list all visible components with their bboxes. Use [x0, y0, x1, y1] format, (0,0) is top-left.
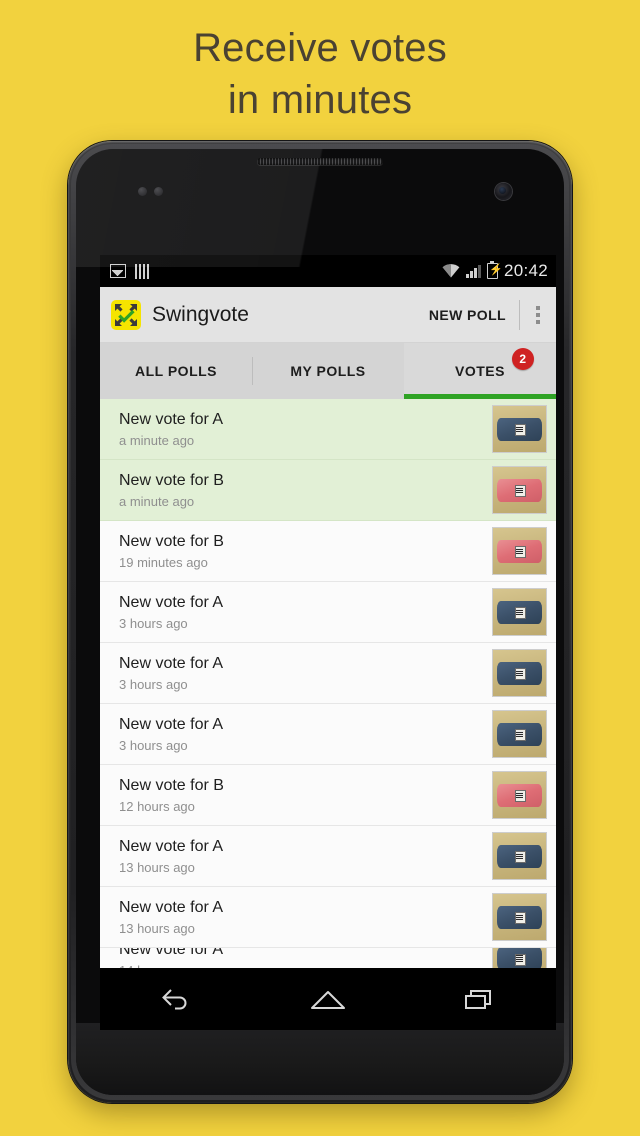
vote-item-timestamp: 12 hours ago [119, 799, 195, 814]
swingvote-logo-icon [111, 299, 141, 330]
vote-item-title: New vote for A [119, 411, 224, 428]
vote-list-item[interactable]: New vote for B 19 minutes ago [100, 521, 556, 582]
vote-item-text: New vote for A a minute ago [119, 409, 492, 449]
recents-icon[interactable] [450, 979, 510, 1019]
product-photo [496, 478, 543, 502]
vote-item-thumbnail [492, 588, 547, 636]
vote-item-timestamp: 3 hours ago [119, 616, 188, 631]
tab-all-polls[interactable]: ALL POLLS [100, 343, 252, 399]
vote-item-title: New vote for B [119, 533, 224, 550]
vote-item-timestamp: 13 hours ago [119, 921, 195, 936]
vote-item-text: New vote for B 12 hours ago [119, 775, 492, 815]
vote-item-thumbnail [492, 649, 547, 697]
phone-glass: ⚡ 20:42 Swingvote NEW POLL ALL POLLS MY … [76, 149, 564, 1095]
vote-item-timestamp: 19 minutes ago [119, 555, 208, 570]
product-photo [496, 539, 543, 563]
earpiece-speaker-icon [257, 158, 383, 165]
tab-label: MY POLLS [290, 363, 366, 379]
product-photo [496, 783, 543, 807]
battery-charging-icon: ⚡ [486, 260, 503, 279]
vote-item-thumbnail [492, 832, 547, 880]
vote-item-text: New vote for A 3 hours ago [119, 653, 492, 693]
vote-item-title: New vote for A [119, 838, 224, 855]
vote-item-text: New vote for B 19 minutes ago [119, 531, 492, 571]
vote-list-item[interactable]: New vote for A a minute ago [100, 399, 556, 460]
android-navigation-bar [100, 968, 556, 1030]
app-action-bar: Swingvote NEW POLL [100, 287, 556, 343]
phone-device-frame: ⚡ 20:42 Swingvote NEW POLL ALL POLLS MY … [68, 141, 572, 1103]
vote-item-thumbnail [492, 710, 547, 758]
vote-item-text: New vote for A 14 hours ago [119, 948, 492, 969]
back-icon[interactable] [146, 979, 206, 1019]
vote-item-text: New vote for A 3 hours ago [119, 592, 492, 632]
headline-line-2: in minutes [227, 78, 413, 122]
proximity-sensor-icon [138, 187, 163, 196]
action-bar-actions: NEW POLL [416, 287, 556, 342]
vote-item-timestamp: 3 hours ago [119, 677, 188, 692]
product-photo [496, 722, 543, 746]
vote-item-thumbnail [492, 405, 547, 453]
status-bar-system-icons: ⚡ 20:42 [442, 260, 548, 281]
promo-headline: Receive votes in minutes [0, 22, 640, 126]
vote-item-title: New vote for B [119, 472, 224, 489]
vote-item-text: New vote for A 13 hours ago [119, 836, 492, 876]
vote-list-item[interactable]: New vote for A 3 hours ago [100, 643, 556, 704]
vote-item-title: New vote for A [119, 655, 224, 672]
vote-list-item[interactable]: New vote for B a minute ago [100, 460, 556, 521]
front-camera-icon [495, 183, 512, 200]
vote-item-text: New vote for A 13 hours ago [119, 897, 492, 937]
product-photo [496, 905, 543, 929]
phone-screen: ⚡ 20:42 Swingvote NEW POLL ALL POLLS MY … [100, 255, 556, 1030]
vote-item-title: New vote for B [119, 777, 224, 794]
phone-bottom-bezel [76, 1023, 564, 1095]
vote-item-thumbnail [492, 527, 547, 575]
vote-item-thumbnail [492, 948, 547, 969]
product-photo [496, 948, 543, 969]
vote-item-timestamp: a minute ago [119, 433, 195, 448]
home-icon[interactable] [298, 979, 358, 1019]
wifi-icon [442, 264, 460, 278]
vote-item-title: New vote for A [119, 594, 224, 611]
vote-list-item[interactable]: New vote for A 3 hours ago [100, 704, 556, 765]
tab-label: VOTES [455, 363, 505, 379]
vote-list-item[interactable]: New vote for A 13 hours ago [100, 887, 556, 948]
vote-item-timestamp: 3 hours ago [119, 738, 188, 753]
vote-list-item[interactable]: New vote for A 3 hours ago [100, 582, 556, 643]
tab-bar: ALL POLLS MY POLLS VOTES 2 [100, 343, 556, 399]
vote-item-thumbnail [492, 771, 547, 819]
vote-item-thumbnail [492, 893, 547, 941]
product-photo [496, 417, 543, 441]
vote-item-text: New vote for A 3 hours ago [119, 714, 492, 754]
image-icon [110, 264, 126, 278]
votes-list[interactable]: New vote for Aa minute ago New vote for B… [100, 399, 556, 970]
status-bar-notification-icons [110, 263, 149, 279]
vote-item-text: New vote for B a minute ago [119, 470, 492, 510]
vote-list-item[interactable]: New vote for A 14 hours ago [100, 948, 556, 970]
product-photo [496, 844, 543, 868]
vote-list-item[interactable]: New vote for A 13 hours ago [100, 826, 556, 887]
product-photo [496, 661, 543, 685]
android-status-bar: ⚡ 20:42 [100, 255, 556, 287]
overflow-menu-icon[interactable] [520, 287, 556, 342]
vote-item-timestamp: 13 hours ago [119, 860, 195, 875]
signal-icon [465, 264, 481, 278]
vote-item-title: New vote for A [119, 948, 224, 958]
app-title: Swingvote [152, 302, 249, 326]
vote-item-title: New vote for A [119, 716, 224, 733]
headline-line-1: Receive votes [193, 26, 447, 70]
tab-my-polls[interactable]: MY POLLS [252, 343, 404, 399]
tab-votes[interactable]: VOTES 2 [404, 343, 556, 399]
vote-item-timestamp: a minute ago [119, 494, 195, 509]
vote-item-thumbnail [492, 466, 547, 514]
tab-label: ALL POLLS [134, 363, 218, 379]
product-photo [496, 600, 543, 624]
new-poll-button[interactable]: NEW POLL [416, 287, 519, 342]
vote-item-title: New vote for A [119, 899, 224, 916]
status-bar-clock: 20:42 [503, 261, 548, 280]
barcode-icon [135, 263, 149, 279]
tab-badge-count: 2 [512, 348, 534, 370]
vote-list-item[interactable]: New vote for B 12 hours ago [100, 765, 556, 826]
glass-reflection [76, 149, 564, 267]
